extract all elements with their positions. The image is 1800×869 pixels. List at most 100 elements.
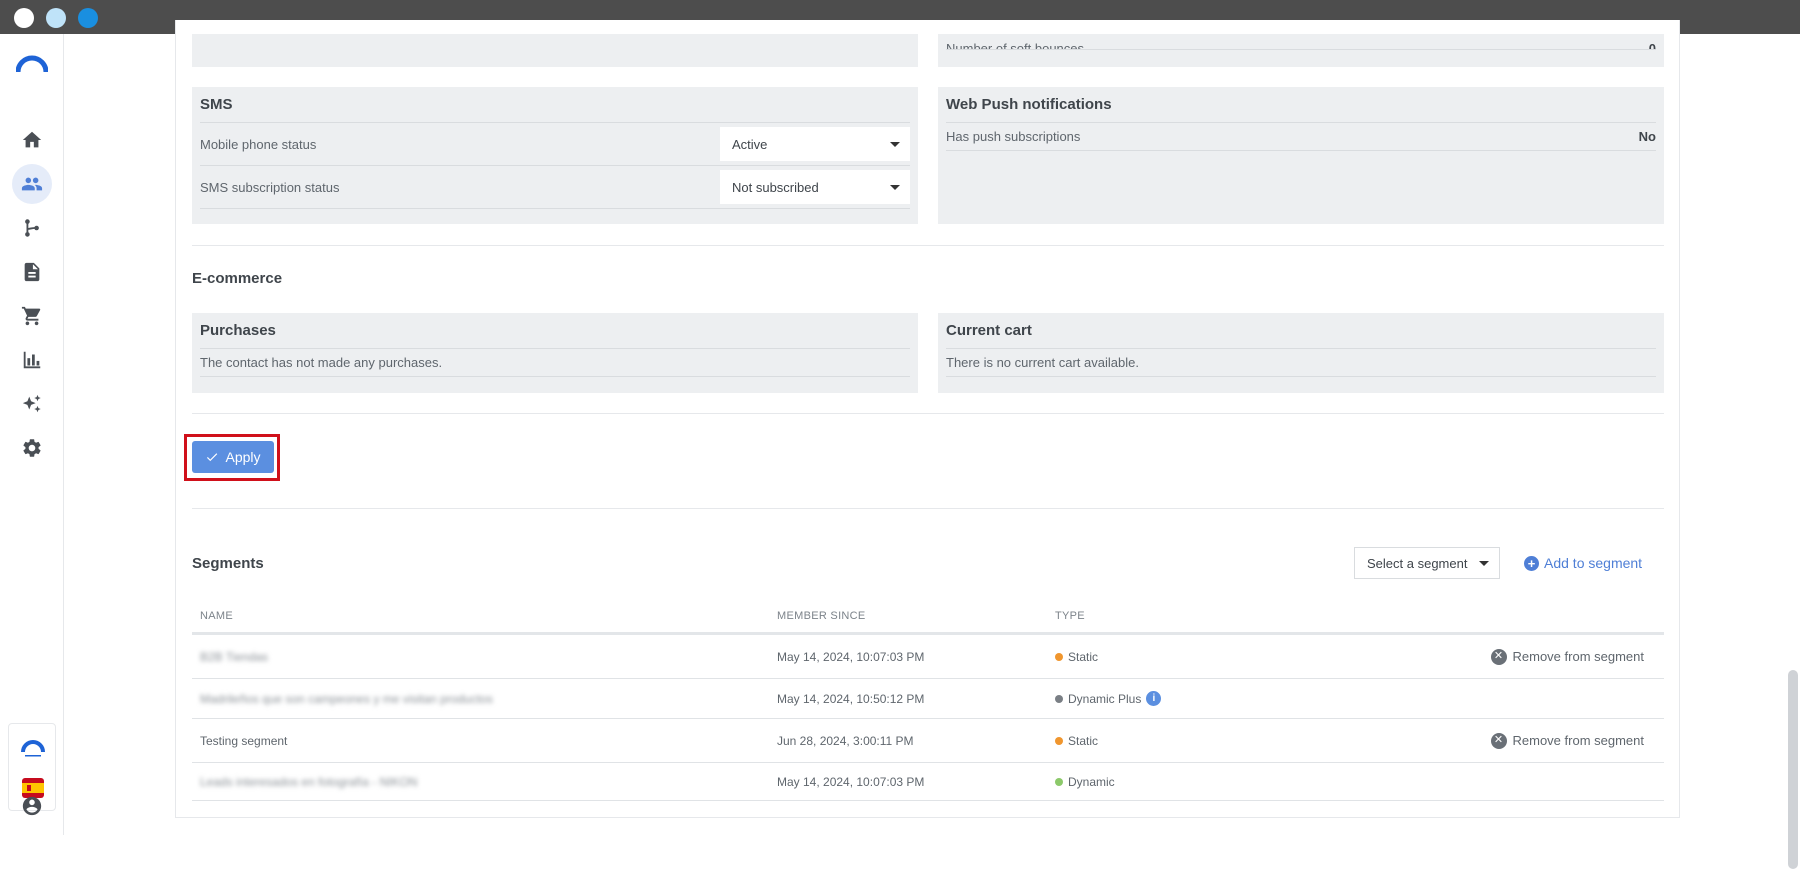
purchases-title: Purchases xyxy=(200,322,276,339)
divider xyxy=(192,508,1664,509)
mobile-status-label: Mobile phone status xyxy=(200,137,317,152)
table-row: Leads interesados en fotografía - NIKON M… xyxy=(192,763,1664,801)
sidebar-item-contacts[interactable] xyxy=(12,164,52,204)
email-bounces-panel: Number of soft bounces 0 xyxy=(938,34,1664,67)
divider xyxy=(192,245,1664,246)
plus-circle-icon: + xyxy=(1524,555,1539,571)
email-left-panel xyxy=(192,34,918,67)
chevron-down-icon xyxy=(1479,561,1489,566)
type-status-dot xyxy=(1055,777,1063,786)
sms-subscription-value: Not subscribed xyxy=(732,179,819,195)
checkmark-icon xyxy=(207,453,218,462)
web-push-panel: Web Push notifications Has push subscrip… xyxy=(938,87,1664,224)
sms-title: SMS xyxy=(200,96,233,113)
sidebar-item-home[interactable] xyxy=(12,120,52,160)
member-since: Jun 28, 2024, 3:00:11 PM xyxy=(777,733,914,748)
ecommerce-title: E-commerce xyxy=(192,270,283,287)
web-push-title: Web Push notifications xyxy=(946,96,1112,113)
segments-title: Segments xyxy=(192,555,264,572)
table-row: Madrileños que son campeones y me visita… xyxy=(192,679,1664,719)
segment-name: Leads interesados en fotografía - NIKON xyxy=(200,774,418,789)
type-status-dot xyxy=(1055,736,1063,745)
type-status-dot xyxy=(1055,694,1063,703)
contacts-icon xyxy=(21,177,43,191)
brand-logo-icon[interactable] xyxy=(21,738,45,758)
sparkles-icon xyxy=(22,394,41,413)
mobile-status-select[interactable]: Active xyxy=(720,127,910,161)
segment-name: Testing segment xyxy=(200,733,288,748)
sidebar-item-reports[interactable] xyxy=(12,340,52,380)
purchases-text: The contact has not made any purchases. xyxy=(200,355,443,370)
member-since: May 14, 2024, 10:07:03 PM xyxy=(777,649,925,664)
segment-type-label: Static xyxy=(1068,733,1099,748)
sidebar-item-settings[interactable] xyxy=(12,428,52,468)
scrollbar-track[interactable] xyxy=(1786,34,1800,869)
close-window-button[interactable] xyxy=(14,8,34,28)
sidebar-item-profile[interactable] xyxy=(12,786,52,826)
minimize-window-button[interactable] xyxy=(46,8,66,28)
segment-name: B2B Tiendas xyxy=(200,649,269,664)
soft-bounces-label: Number of soft bounces xyxy=(946,41,1085,50)
push-subscriptions-row: Has push subscriptions No xyxy=(946,122,1656,151)
gear-icon xyxy=(23,439,41,457)
column-header-member-since: MEMBER SINCE xyxy=(777,610,866,622)
sidebar-item-content[interactable] xyxy=(12,252,52,292)
sms-panel: SMS Mobile phone status Active SMS subsc… xyxy=(192,87,918,224)
segment-name: Madrileños que son campeones y me visita… xyxy=(200,691,493,706)
user-account-icon xyxy=(22,796,42,816)
segment-select[interactable]: Select a segment xyxy=(1354,547,1500,579)
document-icon xyxy=(24,262,40,282)
bar-chart-icon xyxy=(23,351,41,369)
remove-from-segment-button[interactable]: ✕ Remove from segment xyxy=(1490,635,1645,678)
sms-subscription-label: SMS subscription status xyxy=(200,179,340,195)
segment-select-placeholder: Select a segment xyxy=(1367,555,1468,571)
member-since: May 14, 2024, 10:07:03 PM xyxy=(777,774,925,789)
push-subscriptions-label: Has push subscriptions xyxy=(946,129,1081,144)
sidebar-item-ai[interactable] xyxy=(12,384,52,424)
table-row: B2B Tiendas May 14, 2024, 10:07:03 PM Stat… xyxy=(192,635,1664,679)
remove-from-segment-label: Remove from segment xyxy=(1512,733,1645,748)
sms-subscription-select[interactable]: Not subscribed xyxy=(720,170,910,204)
sidebar-item-ecommerce[interactable] xyxy=(12,296,52,336)
add-to-segment-button[interactable]: + Add to segment xyxy=(1524,553,1642,573)
chevron-down-icon xyxy=(890,185,900,190)
segment-type-label: Dynamic Plus xyxy=(1068,691,1142,706)
purchases-panel: Purchases The contact has not made any p… xyxy=(192,313,918,393)
table-row: Testing segment Jun 28, 2024, 3:00:11 PM S… xyxy=(192,719,1664,763)
current-cart-title: Current cart xyxy=(946,322,1032,339)
segment-type: Static xyxy=(1055,635,1098,678)
branch-icon xyxy=(25,219,39,237)
scrollbar-thumb[interactable] xyxy=(1788,670,1798,869)
cart-icon xyxy=(21,306,41,326)
app-logo-icon[interactable] xyxy=(16,54,48,74)
soft-bounces-row: Number of soft bounces 0 xyxy=(946,34,1656,50)
segment-type-label: Dynamic xyxy=(1068,774,1115,789)
segment-type-label: Static xyxy=(1068,649,1099,664)
remove-from-segment-label: Remove from segment xyxy=(1512,649,1645,664)
type-status-dot xyxy=(1055,652,1063,661)
segment-type: Dynamic Plus i xyxy=(1055,679,1162,718)
close-circle-icon: ✕ xyxy=(1490,648,1507,665)
purchases-row: The contact has not made any purchases. xyxy=(200,348,910,377)
column-header-type: TYPE xyxy=(1055,610,1085,622)
soft-bounces-value: 0 xyxy=(1648,41,1656,50)
current-cart-row: There is no current cart available. xyxy=(946,348,1656,377)
column-header-name: NAME xyxy=(200,610,233,622)
mobile-status-value: Active xyxy=(732,136,768,152)
maximize-window-button[interactable] xyxy=(78,8,98,28)
info-icon[interactable]: i xyxy=(1146,691,1162,706)
chevron-down-icon xyxy=(890,142,900,147)
close-circle-icon: ✕ xyxy=(1490,732,1507,749)
home-icon xyxy=(22,131,42,148)
push-subscriptions-value: No xyxy=(1638,129,1656,144)
divider xyxy=(192,413,1664,414)
sidebar-item-automation[interactable] xyxy=(12,208,52,248)
apply-button[interactable]: Apply xyxy=(192,441,274,473)
segment-type: Dynamic xyxy=(1055,763,1115,800)
current-cart-panel: Current cart There is no current cart av… xyxy=(938,313,1664,393)
remove-from-segment-button[interactable]: ✕ Remove from segment xyxy=(1490,719,1645,762)
sidebar xyxy=(0,34,64,835)
add-to-segment-label: Add to segment xyxy=(1544,555,1643,571)
apply-label: Apply xyxy=(225,449,261,465)
member-since: May 14, 2024, 10:50:12 PM xyxy=(777,691,925,706)
